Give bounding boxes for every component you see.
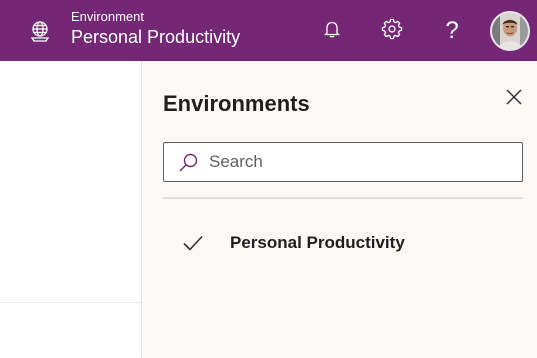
notifications-button[interactable] <box>317 16 347 46</box>
panel-divider <box>163 197 523 199</box>
close-button[interactable] <box>502 87 526 111</box>
main-content-area <box>0 61 141 358</box>
globe-environment-icon[interactable] <box>28 20 52 44</box>
checkmark-icon <box>182 232 204 254</box>
top-bar: Environment Personal Productivity ? <box>0 0 537 61</box>
help-icon: ? <box>445 17 459 44</box>
search-box[interactable] <box>163 142 523 182</box>
search-icon <box>177 152 199 174</box>
settings-button[interactable] <box>377 16 407 46</box>
panel-title: Environments <box>163 91 310 116</box>
search-input[interactable] <box>209 143 514 181</box>
environment-label: Environment <box>71 9 144 24</box>
content-divider <box>0 302 141 303</box>
environment-item-personal-productivity[interactable]: Personal Productivity <box>163 223 523 263</box>
help-button[interactable]: ? <box>437 16 467 46</box>
gear-icon <box>381 18 403 45</box>
user-avatar[interactable] <box>490 11 530 51</box>
environment-item-label: Personal Productivity <box>230 233 405 252</box>
bell-icon <box>322 19 342 44</box>
environment-name: Personal Productivity <box>71 27 241 47</box>
close-icon <box>505 88 523 111</box>
environments-panel: Environments Personal Productivity <box>141 61 537 358</box>
environment-picker[interactable]: Environment Personal Productivity <box>71 9 240 49</box>
